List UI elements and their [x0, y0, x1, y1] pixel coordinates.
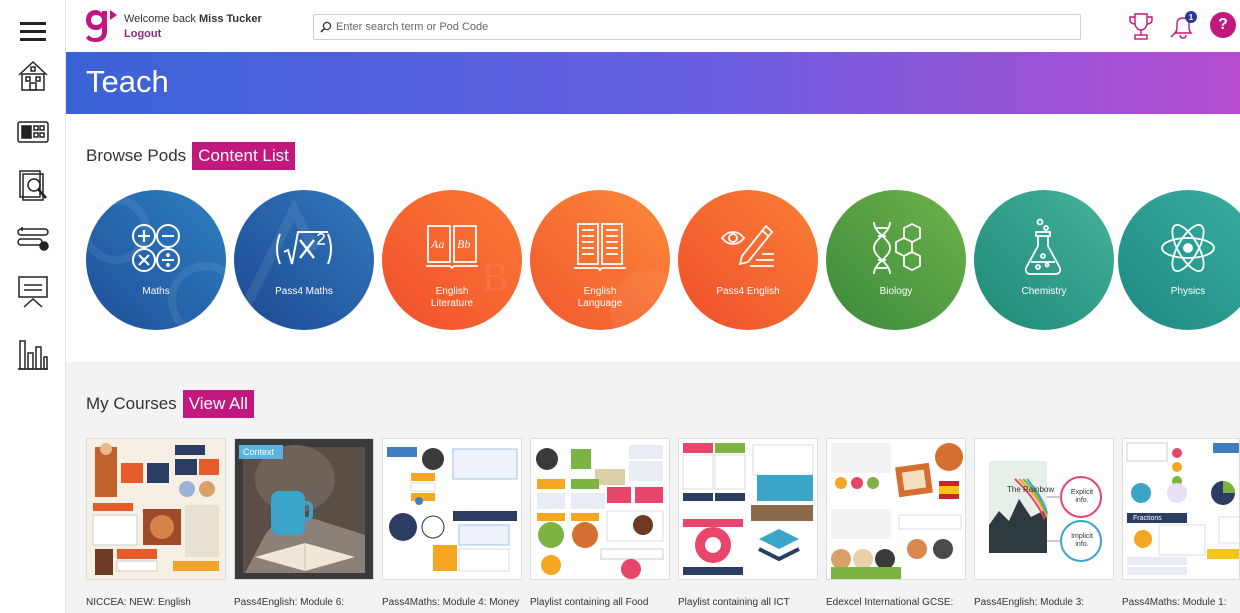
pod-label: Pass4 English [716, 286, 780, 297]
pod-label: Maths [142, 286, 170, 297]
font-sample-icon: Aa Bb [426, 225, 478, 270]
welcome-text: Welcome back Miss Tucker [124, 12, 262, 26]
pod-code-icon[interactable] [13, 112, 53, 152]
help-button[interactable]: ? [1210, 12, 1236, 38]
course-thumbnail [827, 439, 965, 579]
thumbnail-explicit: Explicit info. [1070, 489, 1094, 504]
course-title: Playlist containing all ICT [678, 597, 790, 608]
trophy-icon[interactable] [1127, 11, 1155, 41]
course-card[interactable] [530, 438, 670, 580]
course-thumbnail [679, 439, 817, 579]
pod-biology[interactable]: Biology [826, 190, 966, 330]
dna-icon [873, 221, 921, 275]
logout-link[interactable]: Logout [124, 28, 161, 40]
pod-pass4-english[interactable]: Pass4 English [678, 190, 818, 330]
search-icon [320, 21, 332, 33]
welcome-prefix: Welcome back [124, 13, 196, 25]
course-title: Playlist containing all Food [530, 597, 649, 608]
course-card[interactable]: Context [234, 438, 374, 580]
course-card[interactable]: Fractions [1122, 438, 1240, 580]
svg-text:Bb: Bb [457, 237, 470, 251]
courses-list: NICCEA: NEW: English Context Pass4Englis… [86, 438, 1240, 613]
pod-maths[interactable]: Maths [86, 190, 226, 330]
page-banner: Teach [66, 52, 1240, 114]
math-operators-icon [132, 224, 180, 272]
search-bar [313, 14, 1081, 40]
course-title: Edexcel International GCSE: [826, 597, 954, 608]
app-window: Welcome back Miss Tucker Logout 1 ? Teac… [0, 0, 1240, 613]
assignments-icon[interactable] [13, 218, 53, 258]
presentation-icon[interactable] [13, 272, 53, 312]
course-title: Pass4English: Module 6: [234, 597, 345, 608]
reports-chart-icon[interactable] [13, 334, 53, 374]
svg-text:Aa: Aa [430, 237, 444, 251]
course-thumbnail [87, 439, 225, 579]
course-thumbnail [531, 439, 669, 579]
pod-physics[interactable]: Physics [1118, 190, 1240, 330]
thumbnail-implicit: Implicit info. [1071, 533, 1093, 548]
app-logo [86, 10, 117, 42]
pods-carousel: Maths Pass4 Maths B Aa Bb English Literat… [86, 190, 1240, 330]
top-bar: Welcome back Miss Tucker Logout 1 ? [66, 0, 1240, 52]
hamburger-menu-icon[interactable] [13, 12, 53, 52]
content-list-button[interactable]: Content List [192, 142, 295, 170]
course-card[interactable] [382, 438, 522, 580]
course-title: Pass4Maths: Module 4: Money [382, 597, 520, 608]
browse-pods-heading: Browse Pods Content List [86, 142, 295, 170]
course-thumbnail [235, 439, 373, 579]
pod-label: Pass4 Maths [275, 286, 333, 297]
pod-chemistry[interactable]: Chemistry [974, 190, 1114, 330]
square-root-icon [276, 231, 332, 265]
open-book-icon [574, 223, 626, 272]
notifications-bell-icon[interactable]: 1 [1169, 11, 1197, 41]
browse-pods-label: Browse Pods [86, 146, 187, 165]
pod-english-language[interactable]: English Language [530, 190, 670, 330]
my-courses-label: My Courses [86, 394, 177, 413]
my-courses-heading: My Courses View All [86, 390, 254, 418]
pod-label: English Language [577, 286, 623, 309]
eye-pencil-icon [720, 224, 774, 267]
course-card[interactable]: The Rainbow Explicit info. Implicit info… [974, 438, 1114, 580]
search-document-icon[interactable] [13, 166, 53, 206]
atom-icon [1161, 224, 1215, 272]
view-all-button[interactable]: View All [182, 390, 254, 418]
course-thumbnail [383, 439, 521, 579]
thumbnail-label: Fractions [1133, 515, 1162, 522]
notification-badge: 1 [1185, 11, 1197, 23]
flask-icon [1024, 218, 1062, 275]
course-card[interactable] [678, 438, 818, 580]
course-title: Pass4Maths: Module 1: [1122, 597, 1227, 608]
left-nav-rail [0, 0, 66, 613]
user-name: Miss Tucker [199, 13, 262, 25]
thumbnail-label: Context [243, 447, 275, 457]
course-thumbnail [975, 439, 1113, 579]
course-title: NICCEA: NEW: English [86, 597, 191, 608]
pod-label: Physics [1170, 286, 1206, 297]
course-card[interactable] [86, 438, 226, 580]
thumbnail-title: The Rainbow [1007, 485, 1055, 494]
course-thumbnail [1123, 439, 1239, 579]
course-title: Pass4English: Module 3: [974, 597, 1085, 608]
home-icon[interactable] [13, 56, 53, 96]
search-input[interactable] [336, 21, 1076, 33]
pod-label: Chemistry [1021, 286, 1067, 297]
page-title: Teach [86, 64, 169, 99]
pod-english-literature[interactable]: B Aa Bb English Literature [382, 190, 522, 330]
pod-label: English Literature [430, 286, 474, 309]
pod-pass4-maths[interactable]: Pass4 Maths [234, 190, 374, 330]
pod-label: Biology [879, 286, 913, 297]
course-card[interactable] [826, 438, 966, 580]
